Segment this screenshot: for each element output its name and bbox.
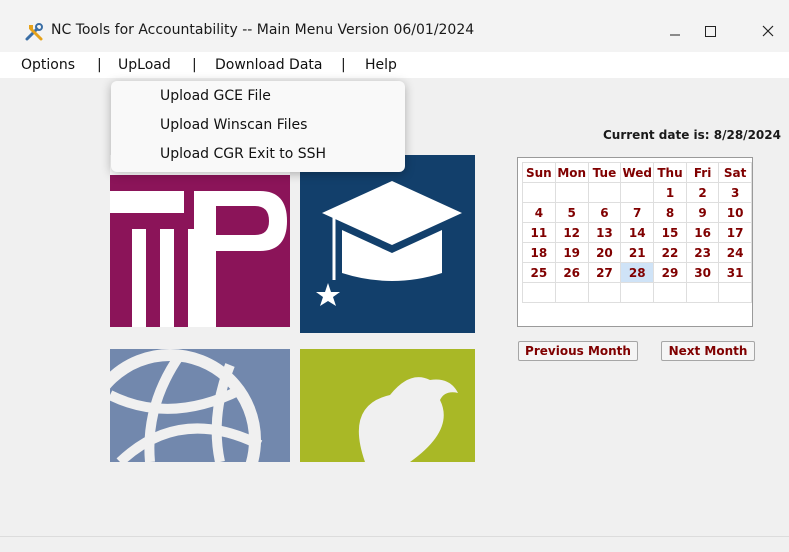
logo-globe-quadrant bbox=[110, 349, 290, 462]
calendar: Sun Mon Tue Wed Thu Fri Sat 1 2 3 4 5 6 7 8 9 10 1… bbox=[517, 157, 753, 327]
calendar-empty-cell bbox=[653, 282, 687, 303]
weekday-label: Mon bbox=[554, 162, 589, 183]
upload-gce-file-item[interactable]: Upload GCE File bbox=[160, 88, 271, 104]
calendar-day-25[interactable]: 25 bbox=[522, 262, 556, 283]
menu-separator: | bbox=[97, 57, 102, 73]
upload-dropdown-menu: Upload GCE File Upload Winscan Files Upl… bbox=[111, 81, 405, 172]
calendar-day-9[interactable]: 9 bbox=[685, 202, 720, 223]
calendar-day-27[interactable]: 27 bbox=[587, 262, 622, 283]
calendar-day-26[interactable]: 26 bbox=[554, 262, 589, 283]
close-button[interactable] bbox=[743, 12, 789, 50]
calendar-weekday-header: Sun Mon Tue Wed Thu Fri Sat bbox=[522, 162, 752, 183]
calendar-empty-cell bbox=[685, 282, 720, 303]
calendar-day-14[interactable]: 14 bbox=[620, 222, 655, 243]
calendar-empty-cell bbox=[620, 182, 655, 203]
calendar-day-12[interactable]: 12 bbox=[554, 222, 589, 243]
calendar-week-row bbox=[522, 282, 752, 303]
menu-separator: | bbox=[341, 57, 346, 73]
menu-help[interactable]: Help bbox=[365, 57, 397, 73]
calendar-day-19[interactable]: 19 bbox=[554, 242, 589, 263]
calendar-day-24[interactable]: 24 bbox=[718, 242, 752, 263]
close-icon bbox=[762, 25, 774, 37]
calendar-empty-cell bbox=[587, 182, 622, 203]
calendar-day-1[interactable]: 1 bbox=[653, 182, 687, 203]
menu-separator: | bbox=[192, 57, 197, 73]
calendar-day-10[interactable]: 10 bbox=[718, 202, 752, 223]
calendar-grid: Sun Mon Tue Wed Thu Fri Sat 1 2 3 4 5 6 7 8 9 10 1… bbox=[522, 162, 752, 303]
upload-winscan-files-item[interactable]: Upload Winscan Files bbox=[160, 117, 307, 133]
calendar-day-15[interactable]: 15 bbox=[653, 222, 687, 243]
calendar-day-11[interactable]: 11 bbox=[522, 222, 556, 243]
title-bar[interactable]: NC Tools for Accountability -- Main Menu… bbox=[0, 0, 789, 52]
calendar-day-28[interactable]: 28 bbox=[620, 262, 655, 283]
calendar-day-2[interactable]: 2 bbox=[685, 182, 720, 203]
previous-month-button[interactable]: Previous Month bbox=[518, 341, 638, 361]
calendar-day-30[interactable]: 30 bbox=[685, 262, 720, 283]
calendar-day-13[interactable]: 13 bbox=[587, 222, 622, 243]
dpi-logo bbox=[110, 155, 475, 462]
status-bar-divider bbox=[0, 536, 789, 537]
calendar-week-row: 4 5 6 7 8 9 10 bbox=[522, 202, 752, 223]
logo-bird-quadrant bbox=[300, 349, 475, 462]
calendar-empty-cell bbox=[554, 182, 589, 203]
menu-options[interactable]: Options bbox=[21, 57, 75, 73]
calendar-empty-cell bbox=[587, 282, 622, 303]
logo-column-quadrant bbox=[110, 155, 290, 327]
weekday-label: Sat bbox=[718, 162, 752, 183]
logo-graduation-quadrant bbox=[300, 155, 475, 333]
calendar-day-4[interactable]: 4 bbox=[522, 202, 556, 223]
calendar-day-7[interactable]: 7 bbox=[620, 202, 655, 223]
weekday-label: Wed bbox=[620, 162, 655, 183]
calendar-day-5[interactable]: 5 bbox=[554, 202, 589, 223]
calendar-week-row: 25 26 27 28 29 30 31 bbox=[522, 262, 752, 283]
tools-icon bbox=[25, 23, 43, 41]
calendar-day-20[interactable]: 20 bbox=[587, 242, 622, 263]
calendar-day-16[interactable]: 16 bbox=[685, 222, 720, 243]
calendar-empty-cell bbox=[718, 282, 752, 303]
calendar-day-23[interactable]: 23 bbox=[685, 242, 720, 263]
calendar-day-21[interactable]: 21 bbox=[620, 242, 655, 263]
calendar-day-31[interactable]: 31 bbox=[718, 262, 752, 283]
calendar-empty-cell bbox=[522, 182, 556, 203]
weekday-label: Tue bbox=[587, 162, 622, 183]
weekday-label: Sun bbox=[522, 162, 556, 183]
calendar-day-22[interactable]: 22 bbox=[653, 242, 687, 263]
maximize-icon bbox=[705, 26, 716, 37]
calendar-day-6[interactable]: 6 bbox=[587, 202, 622, 223]
maximize-button[interactable] bbox=[690, 12, 736, 50]
weekday-label: Fri bbox=[685, 162, 720, 183]
calendar-day-18[interactable]: 18 bbox=[522, 242, 556, 263]
calendar-day-17[interactable]: 17 bbox=[718, 222, 752, 243]
current-date-label: Current date is: 8/28/2024 bbox=[603, 128, 781, 142]
menu-download-data[interactable]: Download Data bbox=[215, 57, 322, 73]
calendar-day-3[interactable]: 3 bbox=[718, 182, 752, 203]
window-title: NC Tools for Accountability -- Main Menu… bbox=[51, 22, 475, 38]
calendar-day-29[interactable]: 29 bbox=[653, 262, 687, 283]
calendar-day-8[interactable]: 8 bbox=[653, 202, 687, 223]
calendar-week-row: 18 19 20 21 22 23 24 bbox=[522, 242, 752, 263]
menu-upload[interactable]: UpLoad bbox=[118, 57, 171, 73]
upload-cgr-exit-item[interactable]: Upload CGR Exit to SSH bbox=[160, 146, 326, 162]
calendar-empty-cell bbox=[522, 282, 556, 303]
weekday-label: Thu bbox=[653, 162, 687, 183]
calendar-week-row: 123 bbox=[522, 182, 752, 203]
next-month-button[interactable]: Next Month bbox=[661, 341, 755, 361]
menu-bar: Options | UpLoad | Download Data | Help bbox=[0, 52, 789, 78]
calendar-week-row: 11 12 13 14 15 16 17 bbox=[522, 222, 752, 243]
calendar-empty-cell bbox=[620, 282, 655, 303]
calendar-empty-cell bbox=[554, 282, 589, 303]
